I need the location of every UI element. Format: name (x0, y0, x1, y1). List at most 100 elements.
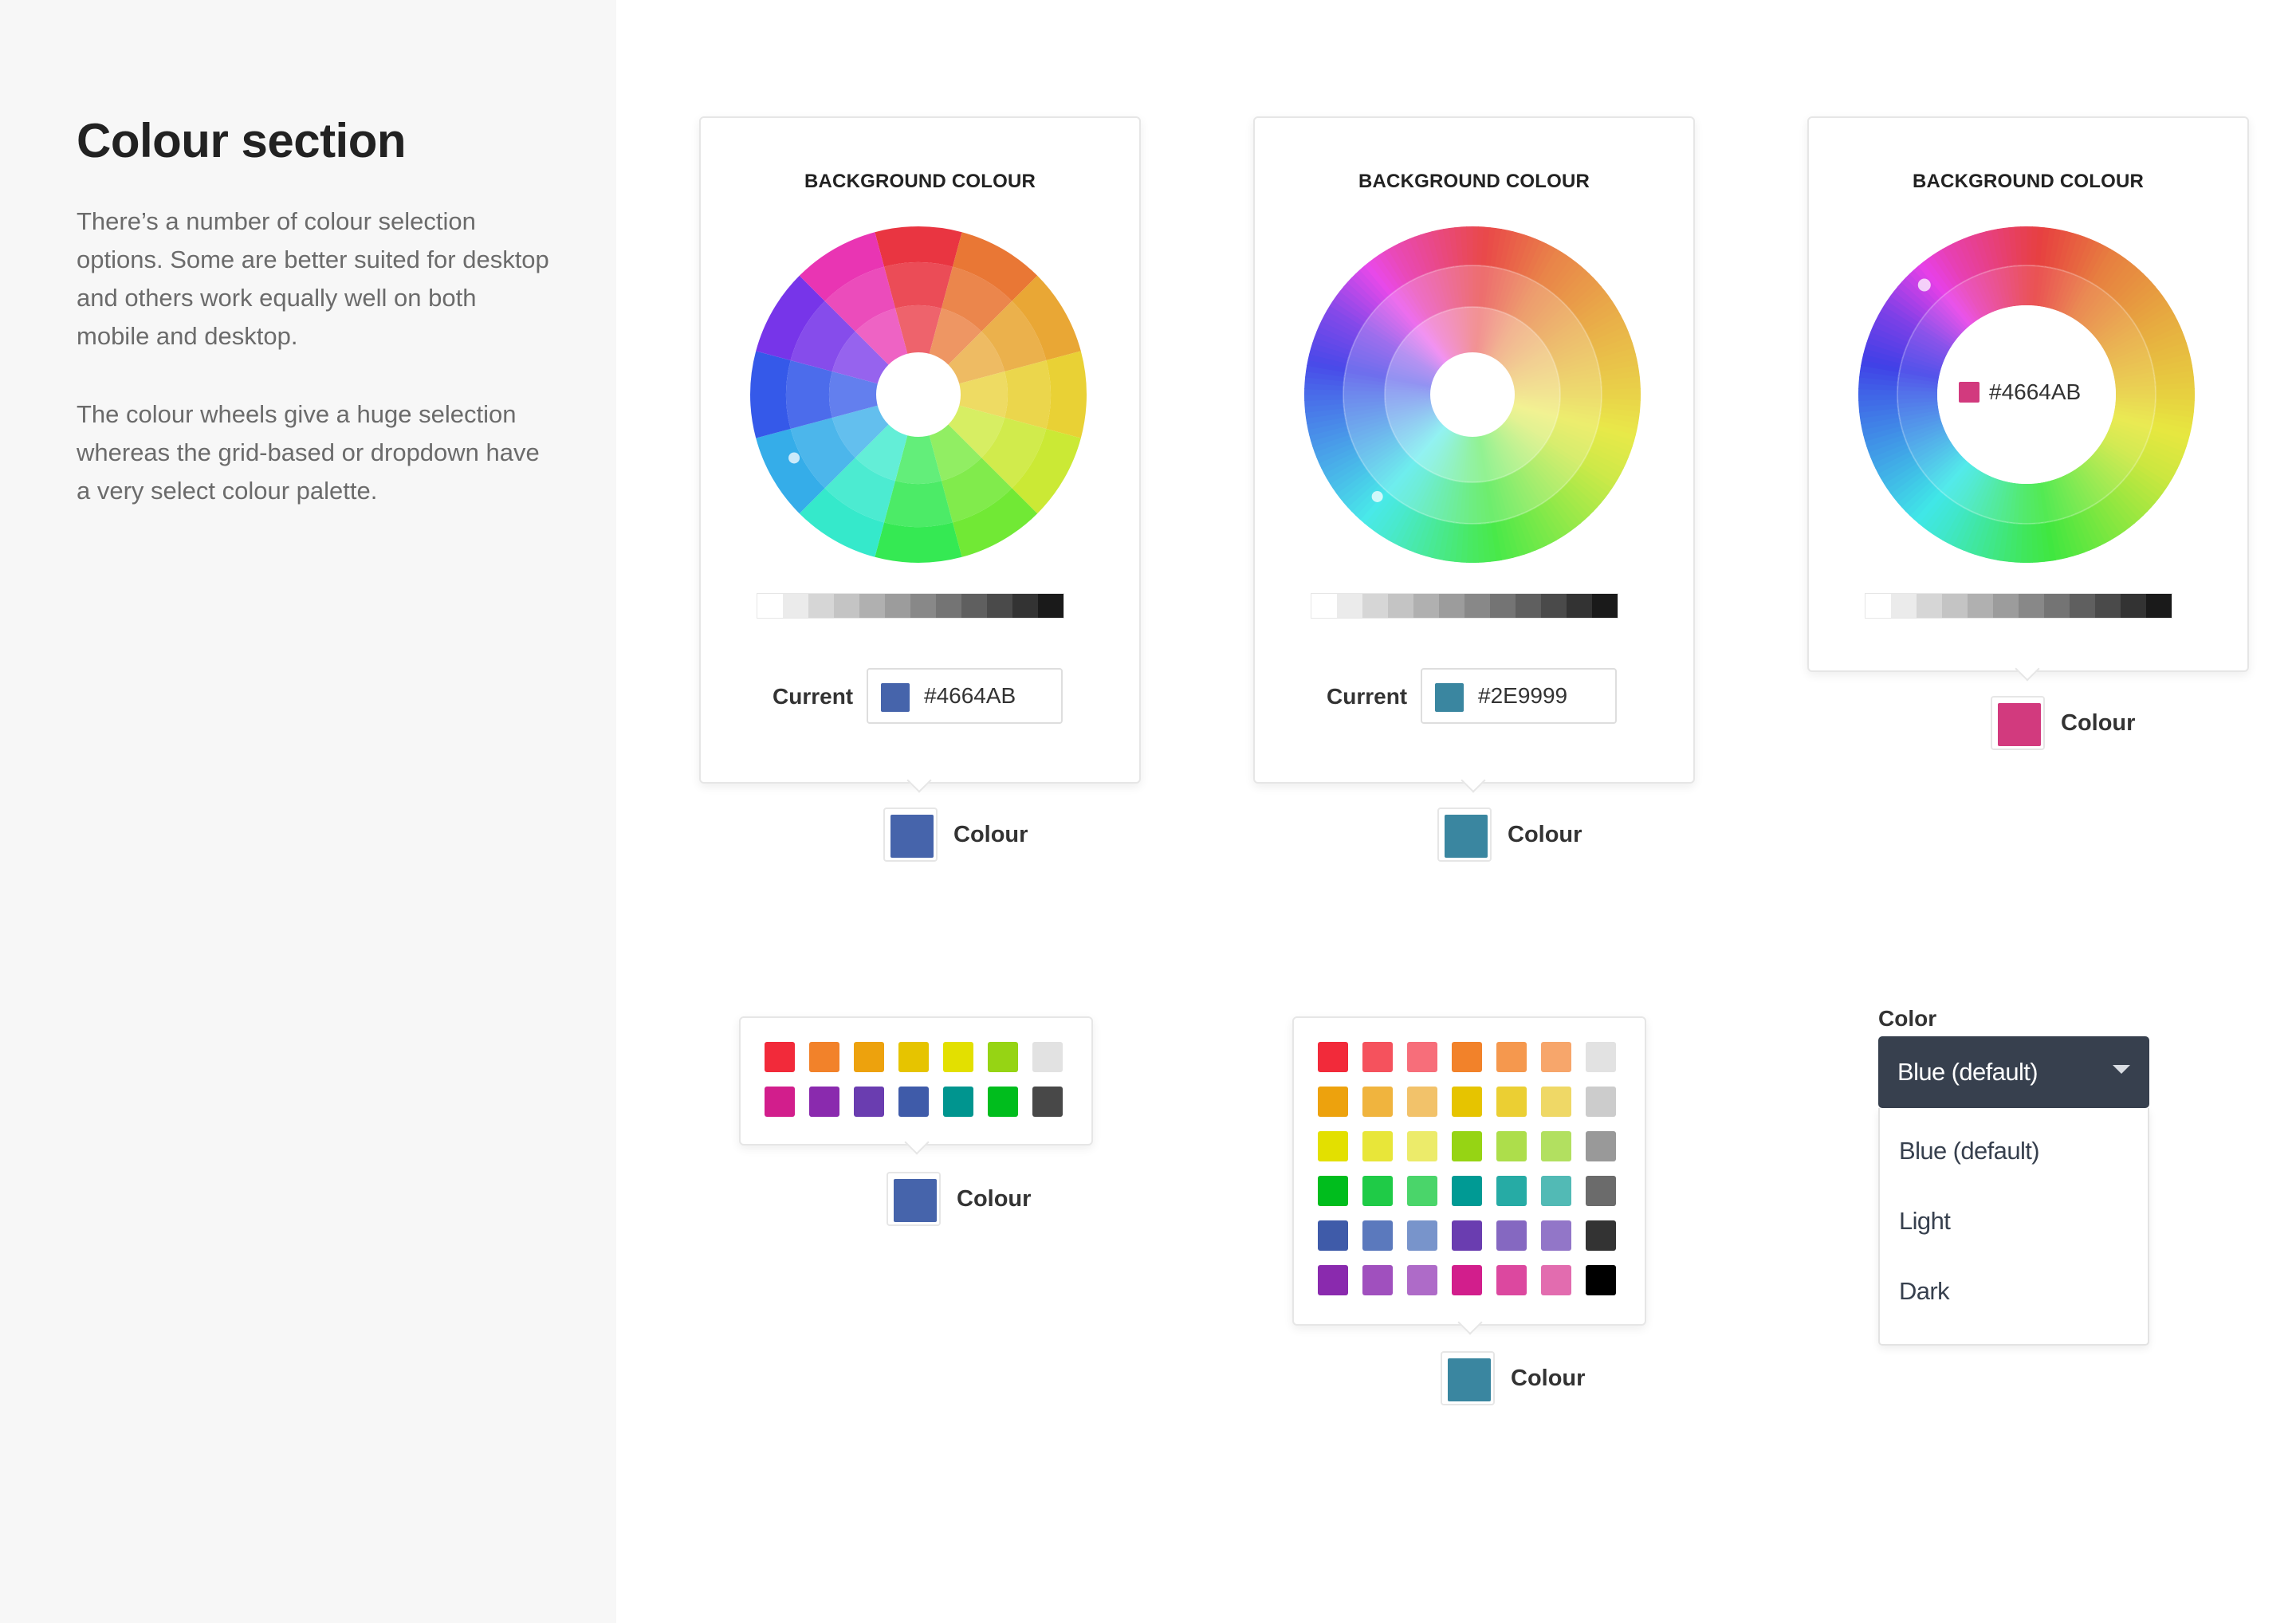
smooth-colour-wheel[interactable] (1303, 225, 1642, 564)
colour-swatch[interactable] (1541, 1131, 1571, 1161)
wheel-segment[interactable] (750, 351, 791, 438)
grayscale-swatch[interactable] (987, 594, 1012, 618)
colour-swatch[interactable] (1032, 1087, 1063, 1117)
grayscale-swatch[interactable] (1567, 594, 1592, 618)
grayscale-swatch[interactable] (757, 594, 783, 618)
grayscale-swatch[interactable] (1413, 594, 1439, 618)
colour-swatch[interactable] (1407, 1265, 1437, 1295)
grayscale-swatch[interactable] (1038, 594, 1063, 618)
grayscale-swatch[interactable] (910, 594, 936, 618)
grayscale-swatch[interactable] (1388, 594, 1413, 618)
colour-swatch[interactable] (1362, 1176, 1393, 1206)
colour-swatch[interactable] (943, 1087, 973, 1117)
grayscale-strip[interactable] (757, 593, 1064, 619)
colour-swatch[interactable] (1362, 1042, 1393, 1072)
grayscale-swatch[interactable] (1490, 594, 1516, 618)
colour-swatch[interactable] (1032, 1042, 1063, 1072)
grayscale-swatch[interactable] (859, 594, 885, 618)
grayscale-swatch[interactable] (1012, 594, 1038, 618)
colour-swatch[interactable] (1541, 1220, 1571, 1251)
colour-swatch[interactable] (1318, 1265, 1348, 1295)
colour-swatch[interactable] (1496, 1131, 1527, 1161)
grayscale-swatch[interactable] (2121, 594, 2146, 618)
grayscale-swatch[interactable] (1337, 594, 1362, 618)
colour-swatch[interactable] (1496, 1087, 1527, 1117)
colour-swatch[interactable] (1318, 1087, 1348, 1117)
grayscale-swatch[interactable] (834, 594, 859, 618)
colour-swatch[interactable] (1407, 1176, 1437, 1206)
colour-swatch[interactable] (1452, 1131, 1482, 1161)
grayscale-swatch[interactable] (2095, 594, 2121, 618)
grayscale-swatch[interactable] (1541, 594, 1567, 618)
colour-swatch[interactable] (765, 1042, 795, 1072)
wheel-segment[interactable] (884, 481, 953, 527)
wheel-segment[interactable] (1046, 351, 1087, 438)
colour-trigger-2[interactable]: Colour (1437, 808, 1621, 862)
colour-swatch[interactable] (1586, 1220, 1616, 1251)
colour-swatch[interactable] (1452, 1176, 1482, 1206)
grayscale-swatch[interactable] (1362, 594, 1388, 618)
colour-swatch[interactable] (1318, 1042, 1348, 1072)
grayscale-swatch[interactable] (783, 594, 808, 618)
colour-swatch[interactable] (1318, 1220, 1348, 1251)
colour-swatch[interactable] (988, 1042, 1018, 1072)
colour-trigger-3[interactable]: Colour (1991, 696, 2174, 750)
colour-dropdown-select[interactable]: Blue (default) (1878, 1036, 2149, 1108)
grayscale-swatch[interactable] (1464, 594, 1490, 618)
grayscale-swatch[interactable] (1968, 594, 1993, 618)
colour-swatch[interactable] (854, 1087, 884, 1117)
colour-swatch[interactable] (1586, 1131, 1616, 1161)
colour-swatch[interactable] (765, 1087, 795, 1117)
colour-swatch[interactable] (1541, 1042, 1571, 1072)
colour-swatch[interactable] (809, 1087, 839, 1117)
grayscale-swatch[interactable] (961, 594, 987, 618)
colour-swatch[interactable] (1586, 1176, 1616, 1206)
colour-swatch[interactable] (1362, 1220, 1393, 1251)
colour-swatch[interactable] (1318, 1131, 1348, 1161)
wheel-handle[interactable] (788, 452, 800, 464)
colour-swatch[interactable] (1407, 1131, 1437, 1161)
grayscale-swatch[interactable] (885, 594, 910, 618)
colour-swatch[interactable] (1362, 1087, 1393, 1117)
colour-swatch[interactable] (1541, 1176, 1571, 1206)
colour-swatch[interactable] (943, 1042, 973, 1072)
colour-trigger-large-grid[interactable]: Colour (1441, 1351, 1624, 1405)
wheel-segment[interactable] (884, 262, 953, 308)
colour-swatch[interactable] (898, 1087, 929, 1117)
grayscale-swatch[interactable] (1866, 594, 1891, 618)
wheel-segment[interactable] (786, 360, 832, 429)
colour-swatch[interactable] (1541, 1087, 1571, 1117)
segmented-colour-wheel[interactable] (749, 225, 1088, 564)
grayscale-swatch[interactable] (1439, 594, 1464, 618)
grayscale-swatch[interactable] (2019, 594, 2044, 618)
current-colour-field[interactable]: #2E9999 (1421, 668, 1617, 724)
colour-swatch[interactable] (1452, 1220, 1482, 1251)
colour-swatch[interactable] (1362, 1265, 1393, 1295)
colour-swatch[interactable] (1496, 1220, 1527, 1251)
grayscale-swatch[interactable] (1516, 594, 1541, 618)
colour-swatch[interactable] (1586, 1087, 1616, 1117)
colour-swatch[interactable] (1452, 1087, 1482, 1117)
colour-swatch[interactable] (1496, 1176, 1527, 1206)
grayscale-swatch[interactable] (2044, 594, 2070, 618)
grayscale-swatch[interactable] (1311, 594, 1337, 618)
dropdown-option[interactable]: Blue (default) (1899, 1137, 2040, 1165)
colour-swatch[interactable] (1496, 1265, 1527, 1295)
colour-swatch[interactable] (854, 1042, 884, 1072)
dropdown-option[interactable]: Dark (1899, 1277, 1950, 1306)
colour-swatch[interactable] (809, 1042, 839, 1072)
colour-swatch[interactable] (1362, 1131, 1393, 1161)
wheel-segment[interactable] (1005, 360, 1051, 429)
colour-swatch[interactable] (1452, 1042, 1482, 1072)
grayscale-swatch[interactable] (1917, 594, 1942, 618)
dropdown-option[interactable]: Light (1899, 1207, 1951, 1236)
grayscale-swatch[interactable] (1592, 594, 1618, 618)
colour-swatch[interactable] (1452, 1265, 1482, 1295)
grayscale-swatch[interactable] (1942, 594, 1968, 618)
grayscale-swatch[interactable] (2070, 594, 2095, 618)
colour-swatch[interactable] (898, 1042, 929, 1072)
colour-swatch[interactable] (1496, 1042, 1527, 1072)
grayscale-swatch[interactable] (1993, 594, 2019, 618)
colour-swatch[interactable] (1318, 1176, 1348, 1206)
grayscale-swatch[interactable] (936, 594, 961, 618)
